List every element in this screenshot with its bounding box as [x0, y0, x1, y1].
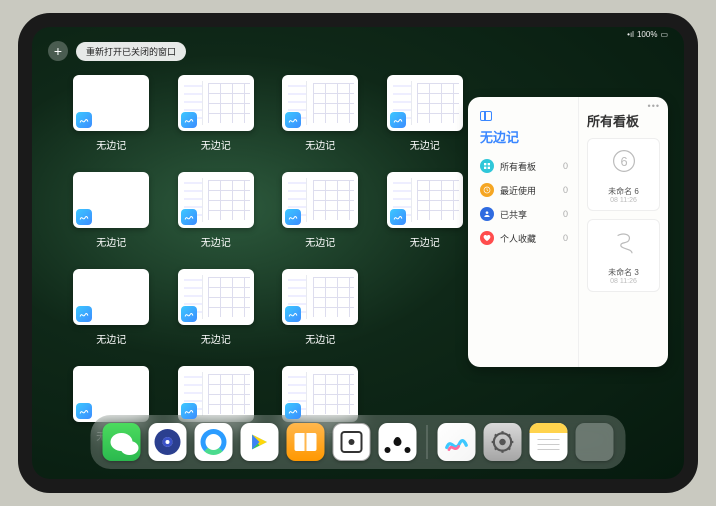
- panel-left-title: 无边记: [480, 127, 568, 146]
- freeform-app-icon: [76, 306, 92, 322]
- app-thumbnail[interactable]: 无边记: [277, 269, 364, 346]
- board-date: 08 11:26: [594, 278, 653, 285]
- app-thumbnail-label: 无边记: [305, 331, 335, 346]
- dock-app-notes[interactable]: [530, 423, 568, 461]
- app-thumbnail-label: 无边记: [201, 137, 231, 152]
- category-label: 最近使用: [500, 184, 536, 197]
- reopen-closed-window-button[interactable]: 重新打开已关闭的窗口: [76, 42, 186, 61]
- panel-content: 所有看板 6 未命名 6 08 11:26 未命名 3 08 11:26: [578, 97, 668, 367]
- dock-app-play[interactable]: [241, 423, 279, 461]
- dock-app-dice[interactable]: [333, 423, 371, 461]
- category-count: 0: [563, 209, 568, 219]
- freeform-app-icon: [285, 403, 301, 419]
- dock-app-nodes[interactable]: [379, 423, 417, 461]
- freeform-app-icon: [181, 112, 197, 128]
- dock-app-wechat[interactable]: [103, 423, 141, 461]
- app-thumbnail-label: 无边记: [201, 331, 231, 346]
- board-name: 未命名 6: [594, 186, 653, 197]
- signal-icon: •ıl: [627, 30, 634, 39]
- app-thumbnail[interactable]: 无边记: [277, 75, 364, 152]
- category-favorites[interactable]: 个人收藏 0: [480, 226, 568, 250]
- app-thumbnail[interactable]: 无边记: [173, 75, 260, 152]
- freeform-app-icon: [285, 112, 301, 128]
- ipad-frame: •ıl 100% ▭ + 重新打开已关闭的窗口 无边记 无边记 无边记: [18, 13, 698, 493]
- dock-app-books[interactable]: [287, 423, 325, 461]
- app-thumbnail[interactable]: 无边记: [68, 75, 155, 152]
- freeform-app-icon: [181, 403, 197, 419]
- board-card[interactable]: 6 未命名 6 08 11:26: [587, 138, 660, 211]
- freeform-app-icon: [181, 209, 197, 225]
- dock: [91, 415, 626, 469]
- battery-icon: ▭: [660, 30, 668, 39]
- category-recent[interactable]: 最近使用 0: [480, 178, 568, 202]
- board-date: 08 11:26: [594, 197, 653, 204]
- new-window-button[interactable]: +: [48, 41, 68, 61]
- category-count: 0: [563, 185, 568, 195]
- panel-sidebar: 无边记 所有看板 0 最近使用 0 已共享 0: [468, 97, 578, 367]
- app-thumbnail[interactable]: 无边记: [68, 269, 155, 346]
- dock-separator: [427, 425, 428, 459]
- freeform-app-icon: [285, 306, 301, 322]
- freeform-app-icon: [76, 112, 92, 128]
- screen: •ıl 100% ▭ + 重新打开已关闭的窗口 无边记 无边记 无边记: [32, 27, 684, 479]
- status-bar: •ıl 100% ▭: [627, 30, 668, 39]
- freeform-app-icon: [76, 209, 92, 225]
- freeform-app-icon: [390, 209, 406, 225]
- app-thumbnail-label: 无边记: [201, 234, 231, 249]
- app-thumbnail-label: 无边记: [410, 137, 440, 152]
- app-thumbnail-label: 无边记: [305, 137, 335, 152]
- category-label: 所有看板: [500, 160, 536, 173]
- app-thumbnail[interactable]: 无边记: [173, 269, 260, 346]
- clock-icon: [480, 183, 494, 197]
- scribble-icon: 6: [608, 145, 640, 177]
- scribble-icon: [608, 226, 640, 258]
- dock-app-folder[interactable]: [576, 423, 614, 461]
- dock-app-freeform[interactable]: [438, 423, 476, 461]
- app-thumbnail-label: 无边记: [305, 234, 335, 249]
- freeform-app-icon: [285, 209, 301, 225]
- heart-icon: [480, 231, 494, 245]
- app-thumbnail-label: 无边记: [96, 331, 126, 346]
- sidebar-toggle-icon[interactable]: [480, 111, 492, 121]
- app-thumbnail-label: 无边记: [96, 137, 126, 152]
- freeform-app-icon: [181, 306, 197, 322]
- category-all-boards[interactable]: 所有看板 0: [480, 154, 568, 178]
- board-card[interactable]: 未命名 3 08 11:26: [587, 219, 660, 292]
- app-thumbnail[interactable]: 无边记: [173, 172, 260, 249]
- app-thumbnail[interactable]: 无边记: [68, 172, 155, 249]
- more-icon[interactable]: •••: [648, 101, 660, 111]
- app-thumbnail-label: 无边记: [410, 234, 440, 249]
- dock-app-browser[interactable]: [195, 423, 233, 461]
- person-icon: [480, 207, 494, 221]
- category-count: 0: [563, 161, 568, 171]
- svg-text:6: 6: [620, 154, 627, 169]
- panel-right-title: 所有看板: [587, 111, 660, 130]
- battery-label: 100%: [637, 30, 657, 39]
- app-switcher-grid: 无边记 无边记 无边记 无边记 无边记 无边记: [68, 75, 468, 443]
- category-label: 已共享: [500, 208, 527, 221]
- top-controls: + 重新打开已关闭的窗口: [48, 41, 186, 61]
- app-thumbnail[interactable]: 无边记: [382, 172, 469, 249]
- category-shared[interactable]: 已共享 0: [480, 202, 568, 226]
- category-count: 0: [563, 233, 568, 243]
- board-name: 未命名 3: [594, 267, 653, 278]
- app-thumbnail-label: 无边记: [96, 234, 126, 249]
- app-thumbnail[interactable]: 无边记: [382, 75, 469, 152]
- freeform-preview-panel[interactable]: ••• 无边记 所有看板 0 最近使用 0 已共享 0: [468, 97, 668, 367]
- freeform-app-icon: [390, 112, 406, 128]
- category-label: 个人收藏: [500, 232, 536, 245]
- grid-icon: [480, 159, 494, 173]
- dock-app-settings[interactable]: [484, 423, 522, 461]
- app-thumbnail[interactable]: 无边记: [277, 172, 364, 249]
- freeform-app-icon: [76, 403, 92, 419]
- dock-app-quark[interactable]: [149, 423, 187, 461]
